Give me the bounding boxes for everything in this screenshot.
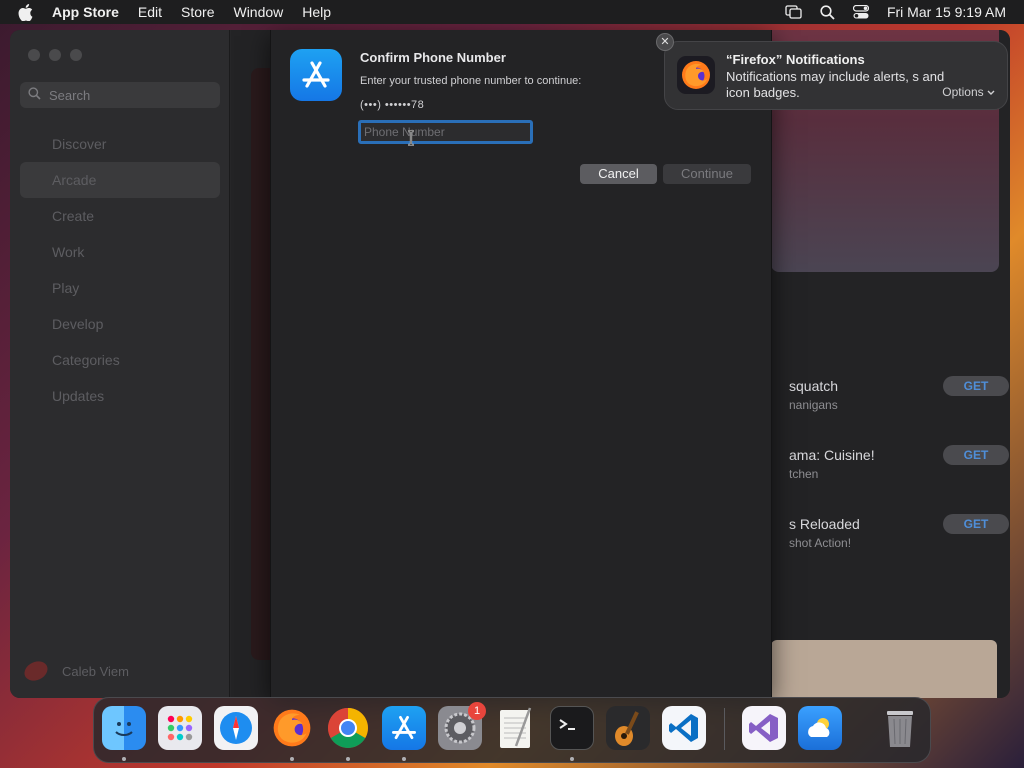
notification-close-button[interactable]: ✕ bbox=[656, 33, 674, 51]
textedit-icon[interactable] bbox=[494, 706, 538, 750]
weather-icon[interactable] bbox=[798, 706, 842, 750]
firefox-icon bbox=[677, 56, 715, 94]
get-button[interactable]: GET bbox=[943, 376, 1009, 396]
chrome-running-indicator bbox=[346, 757, 350, 761]
menu-help[interactable]: Help bbox=[302, 4, 331, 20]
zoom-window-button[interactable] bbox=[70, 49, 82, 61]
game-subtitle: shot Action! bbox=[789, 536, 852, 550]
user-name: Caleb Viem bbox=[62, 663, 129, 679]
clock-datetime[interactable]: Fri Mar 15 9:19 AM bbox=[887, 4, 1006, 20]
game-row[interactable]: squatch nanigans GET bbox=[779, 370, 1009, 430]
menu-bar: App Store Edit Store Window Help Fri Mar… bbox=[0, 0, 1024, 24]
sidebar-item-categories[interactable]: Categories bbox=[20, 342, 220, 378]
control-center-icon[interactable] bbox=[852, 5, 869, 19]
sidebar-item-play[interactable]: Play bbox=[20, 270, 220, 306]
menu-app-name[interactable]: App Store bbox=[52, 4, 119, 20]
dialog-title: Confirm Phone Number bbox=[360, 50, 506, 65]
options-label: Options bbox=[942, 85, 984, 99]
firefox-dock-icon[interactable] bbox=[270, 706, 314, 750]
screen-mirroring-icon[interactable] bbox=[785, 5, 802, 19]
continue-button[interactable]: Continue bbox=[663, 164, 751, 184]
sidebar-item-discover[interactable]: Discover bbox=[20, 126, 220, 162]
game-row[interactable]: s Reloaded shot Action! GET bbox=[779, 508, 1009, 568]
ibeam-cursor-icon bbox=[408, 130, 414, 146]
trash-icon[interactable] bbox=[878, 706, 922, 750]
phone-number-input[interactable] bbox=[358, 120, 533, 144]
game-subtitle: tchen bbox=[789, 467, 819, 481]
menu-store[interactable]: Store bbox=[181, 4, 214, 20]
sidebar-item-updates[interactable]: Updates bbox=[20, 378, 220, 414]
masked-phone-number: (•••) ••••••78 bbox=[360, 99, 425, 111]
sidebar-search-field[interactable]: Search bbox=[20, 82, 220, 108]
apple-menu-icon[interactable] bbox=[18, 3, 38, 21]
account-button[interactable]: Caleb Viem bbox=[21, 657, 129, 685]
close-window-button[interactable] bbox=[28, 49, 40, 61]
get-button[interactable]: GET bbox=[943, 445, 1009, 465]
spotlight-search-icon[interactable] bbox=[820, 4, 835, 20]
visual-studio-icon[interactable] bbox=[742, 706, 786, 750]
game-title: s Reloaded bbox=[789, 516, 860, 532]
terminal-icon[interactable] bbox=[550, 706, 594, 750]
game-artwork-card[interactable] bbox=[771, 640, 997, 698]
app-store-running-indicator bbox=[402, 757, 406, 761]
chrome-icon[interactable] bbox=[326, 706, 370, 750]
cancel-button[interactable]: Cancel bbox=[580, 164, 657, 184]
sidebar-item-develop[interactable]: Develop bbox=[20, 306, 220, 342]
get-button[interactable]: GET bbox=[943, 514, 1009, 534]
notification-badge: 1 bbox=[468, 702, 486, 720]
firefox-notification[interactable]: ✕ “Firefox” Notifications Notifications … bbox=[656, 33, 1008, 110]
safari-icon[interactable] bbox=[214, 706, 258, 750]
game-row[interactable]: ama: Cuisine! tchen GET bbox=[779, 439, 1009, 499]
sidebar-item-arcade[interactable]: Arcade bbox=[20, 162, 220, 198]
sidebar-item-work[interactable]: Work bbox=[20, 234, 220, 270]
system-settings-icon[interactable]: 1 bbox=[438, 702, 486, 750]
chevron-down-icon bbox=[987, 85, 995, 99]
search-icon bbox=[28, 87, 41, 103]
game-title: squatch bbox=[789, 378, 839, 394]
search-placeholder: Search bbox=[49, 87, 91, 103]
finder-running-indicator bbox=[122, 757, 126, 761]
avatar bbox=[21, 657, 51, 685]
dock-separator bbox=[724, 708, 725, 750]
sidebar-item-create[interactable]: Create bbox=[20, 198, 220, 234]
menu-edit[interactable]: Edit bbox=[138, 4, 162, 20]
garageband-icon[interactable] bbox=[606, 706, 650, 750]
notification-title: “Firefox” Notifications bbox=[726, 52, 865, 67]
sidebar: Search Discover Arcade Create Work Play … bbox=[10, 30, 230, 698]
sidebar-nav: Discover Arcade Create Work Play Develop… bbox=[20, 126, 220, 414]
finder-icon[interactable] bbox=[102, 706, 146, 750]
firefox-running-indicator bbox=[290, 757, 294, 761]
launchpad-icon[interactable] bbox=[158, 706, 202, 750]
menu-window[interactable]: Window bbox=[233, 4, 283, 20]
app-store-icon bbox=[290, 49, 342, 101]
notification-body: Notifications may include alerts, s and … bbox=[726, 69, 945, 100]
game-subtitle: nanigans bbox=[789, 398, 838, 412]
dialog-message: Enter your trusted phone number to conti… bbox=[360, 75, 582, 87]
notification-options-button[interactable]: Options bbox=[942, 85, 995, 99]
window-controls bbox=[28, 49, 82, 61]
game-title: ama: Cuisine! bbox=[789, 447, 875, 463]
dock: 1 bbox=[93, 697, 931, 763]
confirm-phone-dialog: Confirm Phone Number Enter your trusted … bbox=[270, 30, 772, 698]
vscode-icon[interactable] bbox=[662, 706, 706, 750]
minimize-window-button[interactable] bbox=[49, 49, 61, 61]
app-store-dock-icon[interactable] bbox=[382, 706, 426, 750]
terminal-running-indicator bbox=[570, 757, 574, 761]
